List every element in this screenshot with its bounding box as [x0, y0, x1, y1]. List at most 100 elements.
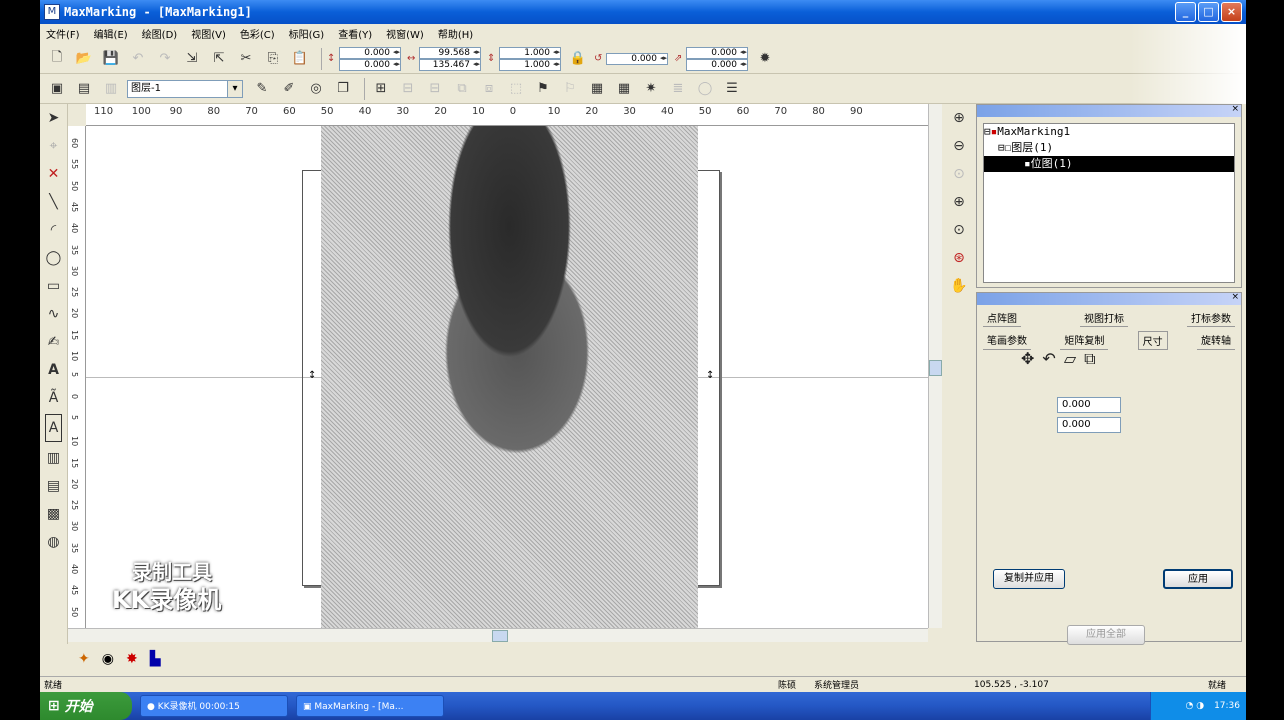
horizontal-scroll-thumb[interactable] — [492, 630, 508, 642]
task-maxmarking[interactable]: ▣ MaxMarking - [Ma... — [296, 695, 444, 717]
eye-preview-icon[interactable]: ◉ — [102, 651, 114, 667]
qrcode-icon[interactable]: ▩ — [40, 500, 67, 528]
bitmap-portrait[interactable] — [321, 126, 698, 628]
zoom-out-icon[interactable]: ⊖ — [944, 132, 974, 160]
tab-bitmap[interactable]: 点阵图 — [983, 309, 1021, 327]
line-tool-icon[interactable]: ╲ — [40, 188, 67, 216]
hatch-icon[interactable]: ≣ — [667, 78, 689, 100]
zoom-in-icon[interactable]: ⊕ — [944, 104, 974, 132]
menu-mark[interactable]: 标阳(G) — [289, 26, 325, 41]
menu-draw[interactable]: 绘图(D) — [142, 26, 178, 41]
circle-tool-icon[interactable]: ◯ — [694, 78, 716, 100]
tab-stroke-params[interactable]: 笔画参数 — [983, 331, 1031, 350]
layer-select[interactable]: 图层-1 — [127, 79, 243, 98]
zoom-all-icon[interactable]: ⊛ — [944, 244, 974, 272]
close-icon[interactable]: × — [1231, 292, 1239, 302]
layer-icon-3[interactable]: ▥ — [100, 78, 122, 100]
ungroup-icon[interactable]: ⧈ — [478, 78, 500, 100]
freehand-tool-icon[interactable]: ✍ — [40, 328, 67, 356]
skew-x-input[interactable]: 0.000 — [686, 46, 748, 59]
size-w-input[interactable]: 99.568 — [419, 46, 481, 59]
properties-icon[interactable]: ☰ — [721, 78, 743, 100]
menu-window[interactable]: 视窗(W) — [386, 26, 424, 41]
align-right-icon[interactable]: ⊟ — [424, 78, 446, 100]
copy-icon[interactable]: ⎘ — [262, 48, 284, 70]
lock-icon[interactable]: 🔒 — [567, 48, 589, 70]
tab-mark-params[interactable]: 打标参数 — [1187, 309, 1235, 327]
skew-y-input[interactable]: 0.000 — [686, 58, 748, 71]
bitmap-tool-icon[interactable]: ◍ — [40, 528, 67, 556]
horizontal-scrollbar[interactable] — [68, 628, 928, 642]
layer-copy-icon[interactable]: ❐ — [332, 78, 354, 100]
delete-icon[interactable]: ✕ — [40, 160, 67, 188]
laser-icon[interactable]: ✷ — [640, 78, 662, 100]
resize-handle-right[interactable]: ↕ — [706, 370, 714, 382]
drawing-canvas[interactable]: ↕ ↕ — [86, 126, 928, 628]
tree-item-layer[interactable]: ⊟☐图层(1) — [984, 140, 1234, 156]
vertical-text-icon[interactable]: ▤ — [40, 472, 67, 500]
text-tool-icon[interactable]: A — [40, 356, 67, 384]
menu-color[interactable]: 色彩(C) — [240, 26, 275, 41]
align-icon[interactable]: ⊞ — [370, 78, 392, 100]
rectangle-tool-icon[interactable]: ▭ — [40, 272, 67, 300]
layer-icon-1[interactable]: ▣ — [46, 78, 68, 100]
vertical-scroll-thumb[interactable] — [929, 360, 942, 376]
copy-apply-button[interactable]: 复制并应用 — [993, 569, 1065, 589]
ellipse-tool-icon[interactable]: ◯ — [40, 244, 67, 272]
menu-edit[interactable]: 编辑(E) — [94, 26, 128, 41]
grid-icon[interactable]: ▦ — [613, 78, 635, 100]
pos-y-input[interactable]: 0.000 — [339, 58, 401, 71]
apply-transform-icon[interactable]: ✹ — [754, 48, 776, 70]
paste-icon[interactable]: 📋 — [289, 48, 311, 70]
tab-rotary-axis[interactable]: 旋转轴 — [1196, 331, 1235, 350]
redo-icon[interactable]: ↷ — [154, 48, 176, 70]
menu-inspect[interactable]: 查看(Y) — [338, 26, 372, 41]
tab-view-mark[interactable]: 视图打标 — [1080, 309, 1128, 327]
skew-mode-icon[interactable]: ▱ — [1064, 349, 1076, 369]
tree-item-bitmap[interactable]: ▪位图(1) — [984, 156, 1234, 172]
preview-icon[interactable]: ▦ — [586, 78, 608, 100]
rotate-input[interactable]: 0.000 — [606, 52, 668, 65]
undo-icon[interactable]: ↶ — [127, 48, 149, 70]
pen-icon[interactable]: ✎ — [251, 78, 273, 100]
device-icon[interactable]: ▙ — [150, 651, 161, 667]
apply-button[interactable]: 应用 — [1163, 569, 1233, 589]
scale-mode-icon[interactable]: ⧉ — [1084, 349, 1095, 369]
export-icon[interactable]: ⇱ — [208, 48, 230, 70]
pos-x-input[interactable]: 0.000 — [339, 46, 401, 59]
size-h-input[interactable]: 135.467 — [419, 58, 481, 71]
text-box-icon[interactable]: A — [45, 414, 62, 442]
menu-view[interactable]: 视图(V) — [191, 26, 226, 41]
scale-x-input[interactable]: 1.000 — [499, 46, 561, 59]
transform-value-2[interactable]: 0.000 — [1057, 417, 1121, 433]
cut-icon[interactable]: ✂ — [235, 48, 257, 70]
mark-start-icon[interactable]: ⚑ — [532, 78, 554, 100]
node-edit-icon[interactable]: ⌖ — [40, 132, 67, 160]
mark-stop-icon[interactable]: ⚐ — [559, 78, 581, 100]
task-recorder[interactable]: ● KK录像机 00:00:15 — [140, 695, 288, 717]
transform-value-1[interactable]: 0.000 — [1057, 397, 1121, 413]
mark-output-icon[interactable]: ✦ — [78, 651, 90, 667]
tree-item-document[interactable]: ⊟▪MaxMarking1 — [984, 124, 1234, 140]
pan-hand-icon[interactable]: ✋ — [944, 272, 974, 300]
vertical-scrollbar[interactable] — [928, 104, 942, 628]
zoom-disabled-icon[interactable]: ⊙ — [944, 160, 974, 188]
minimize-button[interactable]: _ — [1175, 2, 1196, 22]
zoom-selection-icon[interactable]: ⊕ — [944, 188, 974, 216]
tray-icons[interactable]: ◔ ◑ — [1185, 701, 1204, 711]
save-icon[interactable]: 💾 — [100, 48, 122, 70]
tab-array-copy[interactable]: 矩阵复制 — [1060, 331, 1109, 350]
layer-icon-2[interactable]: ▤ — [73, 78, 95, 100]
resize-handle-left[interactable]: ↕ — [308, 370, 316, 382]
combine-icon[interactable]: ⬚ — [505, 78, 527, 100]
arc-tool-icon[interactable]: ◜ — [40, 216, 67, 244]
maximize-button[interactable]: □ — [1198, 2, 1219, 22]
text-path-icon[interactable]: A͂ — [40, 384, 67, 412]
select-arrow-icon[interactable]: ➤ — [40, 104, 67, 132]
menu-file[interactable]: 文件(F) — [46, 26, 80, 41]
align-left-icon[interactable]: ⊟ — [397, 78, 419, 100]
close-button[interactable]: × — [1221, 2, 1242, 22]
curve-tool-icon[interactable]: ∿ — [40, 300, 67, 328]
rotate-mode-icon[interactable]: ↶ — [1042, 349, 1055, 369]
brush-icon[interactable]: ✐ — [278, 78, 300, 100]
